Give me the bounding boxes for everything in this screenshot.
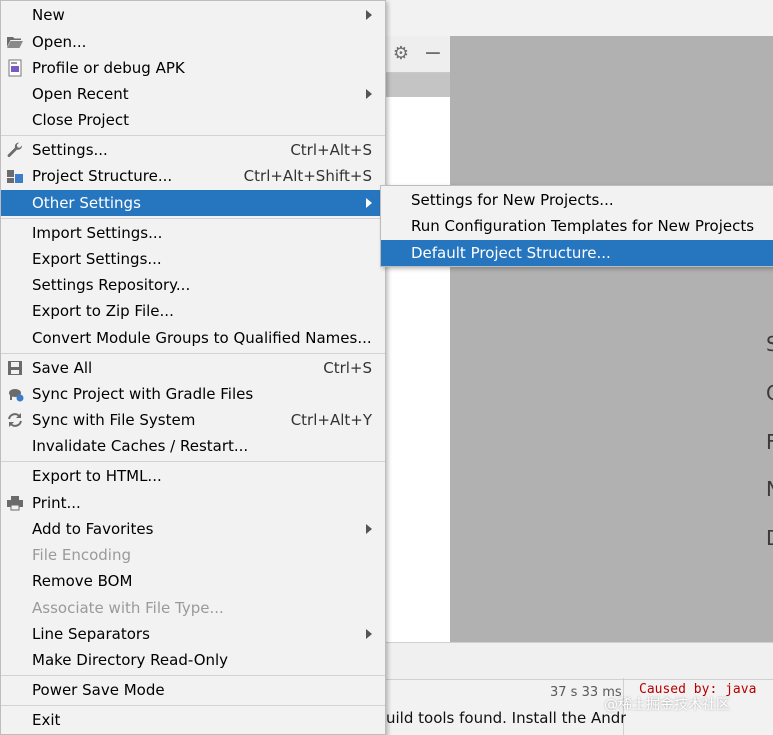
menu-item-project-structure[interactable]: Project Structure... Ctrl+Alt+Shift+S bbox=[1, 163, 385, 189]
menu-separator bbox=[1, 135, 385, 136]
menu-item-label: Print... bbox=[32, 494, 81, 512]
menu-item-label: Settings Repository... bbox=[32, 276, 191, 294]
menu-item-label: Invalidate Caches / Restart... bbox=[32, 437, 249, 455]
menu-item-settings[interactable]: Settings... Ctrl+Alt+S bbox=[1, 137, 385, 163]
tool-window-subbar bbox=[386, 73, 450, 97]
wrench-icon bbox=[6, 141, 24, 159]
refresh-icon bbox=[6, 411, 24, 429]
menu-item-label: Line Separators bbox=[32, 625, 150, 643]
editor-text-fragment: F bbox=[766, 430, 773, 454]
shortcut-label: Ctrl+Alt+Y bbox=[290, 411, 372, 429]
editor-text-fragment: C bbox=[766, 381, 773, 405]
menu-separator bbox=[1, 675, 385, 676]
submenu-item-run-config-templates[interactable]: Run Configuration Templates for New Proj… bbox=[381, 213, 773, 239]
menu-item-add-favorites[interactable]: Add to Favorites bbox=[1, 516, 385, 542]
project-structure-icon bbox=[6, 167, 24, 185]
save-icon bbox=[6, 359, 24, 377]
menu-item-label: Open... bbox=[32, 33, 87, 51]
printer-icon bbox=[6, 494, 24, 512]
menu-item-label: Save All bbox=[32, 359, 93, 377]
menu-item-label: Export to Zip File... bbox=[32, 302, 174, 320]
menu-separator bbox=[1, 705, 385, 706]
menu-item-label: Default Project Structure... bbox=[411, 244, 611, 262]
folder-open-icon bbox=[6, 33, 24, 51]
menu-item-label: Remove BOM bbox=[32, 572, 133, 590]
menu-item-label: Open Recent bbox=[32, 85, 129, 103]
menu-item-import-settings[interactable]: Import Settings... bbox=[1, 220, 385, 246]
apk-icon bbox=[6, 59, 24, 77]
gradle-sync-icon bbox=[6, 385, 24, 403]
menu-item-label: Associate with File Type... bbox=[32, 599, 224, 617]
menu-item-associate-file-type: Associate with File Type... bbox=[1, 595, 385, 621]
chevron-right-icon bbox=[363, 81, 375, 107]
menu-item-invalidate-caches[interactable]: Invalidate Caches / Restart... bbox=[1, 433, 385, 459]
submenu-item-settings-new-projects[interactable]: Settings for New Projects... bbox=[381, 187, 773, 213]
menu-item-make-read-only[interactable]: Make Directory Read-Only bbox=[1, 647, 385, 673]
gear-icon[interactable]: ⚙ bbox=[390, 43, 412, 65]
menu-item-label: Import Settings... bbox=[32, 224, 163, 242]
menu-item-other-settings[interactable]: Other Settings bbox=[1, 190, 385, 216]
chevron-right-icon bbox=[363, 621, 375, 647]
chevron-right-icon bbox=[363, 190, 375, 216]
menu-item-sync-gradle[interactable]: Sync Project with Gradle Files bbox=[1, 381, 385, 407]
menu-item-label: File Encoding bbox=[32, 546, 131, 564]
menu-item-label: Profile or debug APK bbox=[32, 59, 185, 77]
other-settings-submenu: Settings for New Projects... Run Configu… bbox=[380, 185, 773, 267]
tool-window-content bbox=[386, 97, 450, 642]
shortcut-label: Ctrl+Alt+Shift+S bbox=[243, 167, 372, 185]
menu-item-export-html[interactable]: Export to HTML... bbox=[1, 463, 385, 489]
tool-window-header: ⚙ − bbox=[386, 36, 450, 73]
menu-item-label: Power Save Mode bbox=[32, 681, 165, 699]
menu-item-open[interactable]: Open... bbox=[1, 29, 385, 55]
editor-text-fragment: D bbox=[766, 526, 773, 550]
menu-item-save-all[interactable]: Save All Ctrl+S bbox=[1, 355, 385, 381]
menu-item-label: Make Directory Read-Only bbox=[32, 651, 229, 669]
menu-item-label: Export Settings... bbox=[32, 250, 162, 268]
menu-item-export-zip[interactable]: Export to Zip File... bbox=[1, 298, 385, 324]
menu-item-label: Close Project bbox=[32, 111, 129, 129]
menu-item-label: Add to Favorites bbox=[32, 520, 154, 538]
menu-item-label: Export to HTML... bbox=[32, 467, 162, 485]
menu-item-label: Other Settings bbox=[32, 194, 141, 212]
menu-separator bbox=[1, 461, 385, 462]
menu-item-label: Convert Module Groups to Qualified Names… bbox=[32, 329, 372, 347]
shortcut-label: Ctrl+S bbox=[323, 359, 372, 377]
menu-item-label: Sync with File System bbox=[32, 411, 196, 429]
menu-item-new[interactable]: New bbox=[1, 2, 385, 28]
menu-item-close-project[interactable]: Close Project bbox=[1, 107, 385, 133]
watermark: @稀土掘金技术社区 bbox=[604, 697, 730, 713]
menu-item-label: Settings... bbox=[32, 141, 108, 159]
menu-item-label: Run Configuration Templates for New Proj… bbox=[411, 217, 755, 235]
chevron-right-icon bbox=[363, 516, 375, 542]
menu-separator bbox=[1, 353, 385, 354]
menu-item-label: Project Structure... bbox=[32, 167, 173, 185]
file-menu: New Open... Profile or debug APK Open Re… bbox=[0, 0, 386, 735]
menu-separator bbox=[1, 218, 385, 219]
menu-item-label: Sync Project with Gradle Files bbox=[32, 385, 254, 403]
shortcut-label: Ctrl+Alt+S bbox=[290, 141, 372, 159]
submenu-item-default-project-structure[interactable]: Default Project Structure... bbox=[381, 240, 773, 266]
editor-text-fragment: N bbox=[766, 477, 773, 501]
menu-item-power-save[interactable]: Power Save Mode bbox=[1, 677, 385, 703]
menu-item-file-encoding: File Encoding bbox=[1, 542, 385, 568]
menu-item-profile-debug-apk[interactable]: Profile or debug APK bbox=[1, 55, 385, 81]
menu-item-label: New bbox=[32, 6, 65, 24]
menu-item-convert-module-groups[interactable]: Convert Module Groups to Qualified Names… bbox=[1, 325, 385, 351]
menu-item-exit[interactable]: Exit bbox=[1, 707, 385, 733]
editor-text-fragment: S bbox=[766, 332, 773, 356]
menu-item-settings-repository[interactable]: Settings Repository... bbox=[1, 272, 385, 298]
menu-item-sync-file-system[interactable]: Sync with File System Ctrl+Alt+Y bbox=[1, 407, 385, 433]
minus-icon[interactable]: − bbox=[422, 43, 444, 65]
menu-item-print[interactable]: Print... bbox=[1, 490, 385, 516]
menu-item-label: Settings for New Projects... bbox=[411, 191, 614, 209]
menu-item-line-separators[interactable]: Line Separators bbox=[1, 621, 385, 647]
menu-item-remove-bom[interactable]: Remove BOM bbox=[1, 568, 385, 594]
build-output-line: uild tools found. Install the Andro bbox=[386, 709, 626, 727]
menu-item-export-settings[interactable]: Export Settings... bbox=[1, 246, 385, 272]
menu-item-label: Exit bbox=[32, 711, 61, 729]
menu-item-open-recent[interactable]: Open Recent bbox=[1, 81, 385, 107]
editor-area: S C F N D bbox=[450, 36, 773, 642]
chevron-right-icon bbox=[363, 2, 375, 28]
